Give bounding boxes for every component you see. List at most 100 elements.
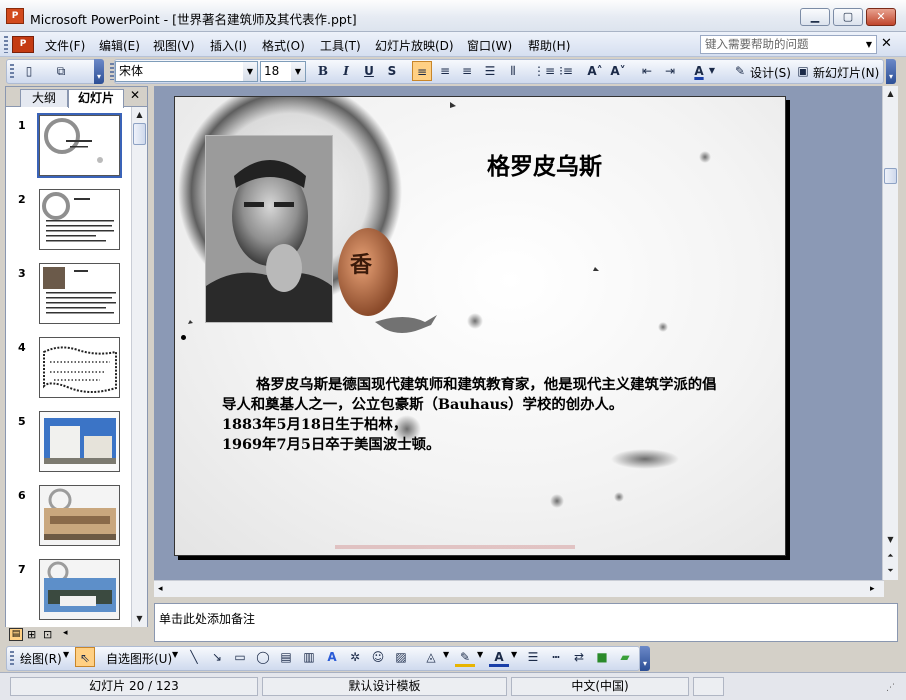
slide-vertical-scrollbar[interactable]: ▲ ▼ ⏶ ⏷ (882, 86, 898, 580)
fill-color-icon[interactable]: ◬ (421, 647, 441, 667)
bullets-icon[interactable]: ⁝≡ (556, 61, 576, 81)
copy-icon[interactable]: ⧉ (51, 61, 71, 81)
document-close-button[interactable]: ✕ (881, 36, 892, 51)
portrait-photo[interactable] (205, 135, 333, 323)
menu-tools[interactable]: 工具(T) (320, 37, 361, 54)
menu-format[interactable]: 格式(O) (262, 37, 305, 54)
chevron-down-icon[interactable]: ▼ (477, 650, 483, 659)
scroll-thumb[interactable] (133, 123, 146, 145)
scroll-left-icon[interactable]: ◂ (158, 581, 163, 597)
increase-indent-icon[interactable]: ⇥ (660, 61, 680, 81)
vertical-textbox-icon[interactable]: ▥ (299, 647, 319, 667)
chevron-down-icon[interactable]: ▼ (511, 650, 517, 659)
clipart-icon[interactable]: ☺ (368, 647, 388, 667)
help-search-input[interactable]: 键入需要帮助的问题 ▼ (700, 35, 877, 54)
underline-button[interactable]: U (359, 61, 379, 81)
bold-button[interactable]: B (313, 61, 333, 81)
line-color-icon[interactable]: ✎ (455, 647, 475, 667)
justify-icon[interactable]: ☰ (480, 61, 500, 81)
toolbar-options-icon[interactable]: ▾ (94, 59, 104, 84)
diagram-icon[interactable]: ✲ (345, 647, 365, 667)
slide-horizontal-scrollbar[interactable]: ◂ ▸ (154, 580, 884, 597)
chevron-down-icon[interactable]: ▼ (172, 650, 178, 659)
line-icon[interactable]: ╲ (184, 647, 204, 667)
font-color-icon[interactable]: A (489, 647, 509, 667)
current-slide[interactable]: 香 格罗皮乌斯 格罗皮乌斯是德国现代建筑师和建筑教育家，他是现代主义建筑学派的倡… (174, 96, 786, 556)
font-name-select[interactable]: 宋体 ▼ (115, 61, 258, 82)
slide-sorter-icon[interactable]: ⊞ (27, 628, 36, 641)
shadow-button[interactable]: S (382, 61, 402, 81)
slide-thumbnail-4[interactable] (39, 337, 120, 398)
menu-insert[interactable]: 插入(I) (210, 37, 247, 54)
slide-thumbnail-3[interactable] (39, 263, 120, 324)
decrease-font-icon[interactable]: A˅ (608, 61, 628, 81)
scroll-up-icon[interactable]: ▲ (132, 107, 147, 123)
numbering-icon[interactable]: ⋮≡ (533, 61, 555, 81)
slide-thumbnail-6[interactable] (39, 485, 120, 546)
chevron-down-icon[interactable]: ▼ (63, 650, 69, 659)
scroll-down-icon[interactable]: ▼ (132, 611, 147, 627)
toolbar-options-icon[interactable]: ▾ (640, 646, 650, 671)
toolbar-grip[interactable] (4, 36, 8, 53)
close-button[interactable]: ✕ (866, 8, 896, 26)
arrow-icon[interactable]: ↘ (207, 647, 227, 667)
chevron-down-icon[interactable]: ▼ (243, 62, 257, 81)
oval-icon[interactable]: ◯ (253, 647, 273, 667)
new-document-icon[interactable]: ▯ (19, 61, 39, 81)
previous-slide-icon[interactable]: ⏶ (883, 548, 898, 564)
slide-thumbnail-7[interactable] (39, 559, 120, 620)
insert-picture-icon[interactable]: ▨ (391, 647, 411, 667)
select-pointer-icon[interactable]: ⇖ (75, 647, 95, 667)
menu-slideshow[interactable]: 幻灯片放映(D) (375, 37, 454, 54)
autoshapes-button[interactable]: 自选图形(U) (106, 650, 172, 667)
font-color-icon[interactable]: A (689, 61, 709, 81)
slide-thumbnail-1[interactable] (37, 113, 122, 178)
align-center-icon[interactable]: ≡ (435, 61, 455, 81)
normal-view-icon[interactable]: ▤ (9, 628, 23, 641)
menu-window[interactable]: 窗口(W) (467, 37, 512, 54)
italic-button[interactable]: I (336, 61, 356, 81)
chevron-down-icon[interactable]: ▼ (291, 62, 305, 81)
chevron-down-icon[interactable]: ▼ (707, 61, 717, 81)
maximize-button[interactable]: ▢ (833, 8, 863, 26)
scroll-up-icon[interactable]: ▲ (883, 86, 898, 102)
minimize-button[interactable]: ▁ (800, 8, 830, 26)
line-style-icon[interactable]: ☰ (523, 647, 543, 667)
tab-outline[interactable]: 大纲 (20, 89, 68, 107)
tab-slides[interactable]: 幻灯片 (68, 89, 124, 108)
decrease-indent-icon[interactable]: ⇤ (637, 61, 657, 81)
resize-grip-icon[interactable]: ⋰ (886, 683, 895, 693)
scroll-left-icon[interactable]: ◂ (63, 628, 68, 638)
slideshow-view-icon[interactable]: ⊡ (43, 628, 52, 641)
wordart-icon[interactable]: A (322, 647, 342, 667)
draw-menu-button[interactable]: 绘图(R) (20, 650, 62, 667)
next-slide-icon[interactable]: ⏷ (883, 563, 898, 579)
slide-thumbnail-5[interactable] (39, 411, 120, 472)
chevron-down-icon[interactable]: ▼ (443, 650, 449, 659)
toolbar-options-icon[interactable]: ▾ (886, 59, 896, 84)
notes-pane[interactable]: 单击此处添加备注 (154, 603, 898, 642)
menu-help[interactable]: 帮助(H) (528, 37, 570, 54)
design-button[interactable]: 设计(S) (750, 64, 791, 81)
distribute-icon[interactable]: ⦀ (503, 61, 523, 81)
pane-close-button[interactable]: ✕ (130, 88, 140, 102)
font-size-select[interactable]: 18 ▼ (260, 61, 306, 82)
chevron-down-icon[interactable]: ▼ (862, 36, 876, 53)
scroll-down-icon[interactable]: ▼ (883, 532, 898, 548)
document-icon[interactable]: P (12, 36, 34, 53)
shadow-style-icon[interactable]: ■ (592, 647, 612, 667)
toolbar-grip[interactable] (10, 64, 14, 79)
slide-thumbnail-2[interactable] (39, 189, 120, 250)
menu-edit[interactable]: 编辑(E) (99, 37, 140, 54)
slide-title[interactable]: 格罗皮乌斯 (487, 147, 602, 181)
menu-view[interactable]: 视图(V) (153, 37, 195, 54)
align-left-icon[interactable]: ≡ (412, 61, 432, 81)
scroll-right-icon[interactable]: ▸ (870, 581, 875, 597)
textbox-icon[interactable]: ▤ (276, 647, 296, 667)
menu-file[interactable]: 文件(F) (45, 37, 85, 54)
rectangle-icon[interactable]: ▭ (230, 647, 250, 667)
dash-style-icon[interactable]: ┅ (546, 647, 566, 667)
scroll-thumb[interactable] (884, 168, 897, 184)
align-right-icon[interactable]: ≡ (457, 61, 477, 81)
3d-style-icon[interactable]: ▰ (615, 647, 635, 667)
